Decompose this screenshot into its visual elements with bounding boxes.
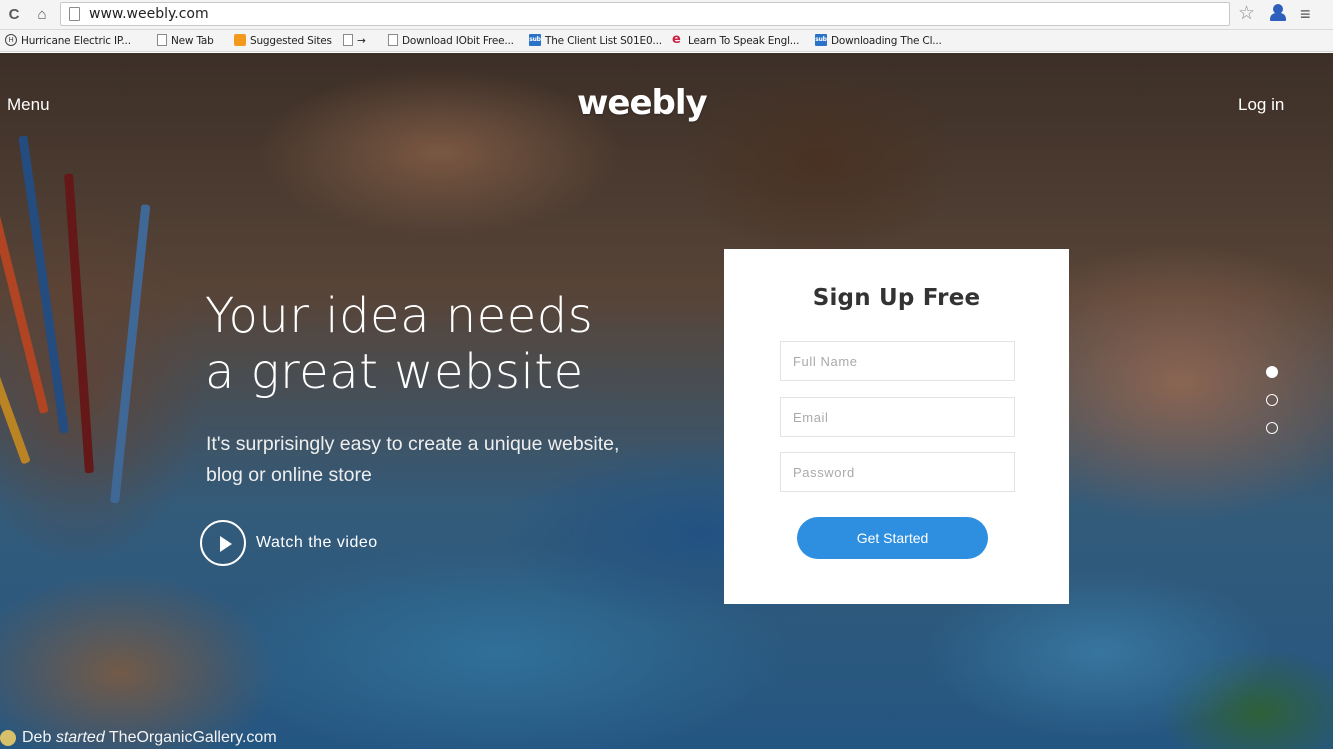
bookmark-item[interactable]: New Tab [157,33,214,49]
bookmark-label: Hurricane Electric IP... [21,35,131,47]
bookmark-item[interactable]: Suggested Sites [234,33,332,49]
weebly-logo[interactable]: weebly [577,83,708,123]
bookmark-star-icon[interactable]: ☆ [1238,2,1255,25]
bookmark-label: Learn To Speak Engl... [688,35,800,47]
carousel-dot[interactable] [1266,366,1278,378]
bookmark-label: Download IObit Free... [402,35,514,47]
headline-line: Your idea needs [205,288,594,344]
extension-icon[interactable] [1268,4,1288,24]
bookmark-label: The Client List S01E0... [545,35,662,47]
sub-icon: sub [815,34,827,46]
watch-video-label[interactable]: Watch the video [256,534,378,552]
bookmark-item[interactable]: → [343,33,366,49]
browser-menu-icon[interactable]: ≡ [1300,4,1311,25]
bookmark-item[interactable]: Download IObit Free... [388,33,514,49]
url-text[interactable]: www.weebly.com [89,6,209,22]
address-bar[interactable]: www.weebly.com [60,2,1230,26]
bookmarks-bar: H Hurricane Electric IP... New Tab Sugges… [0,30,1333,52]
bookmark-label: Downloading The Cl... [831,35,942,47]
suggested-sites-icon [234,34,246,46]
bookmark-label: Suggested Sites [250,35,332,47]
e-icon: e [672,32,681,47]
carousel-dot[interactable] [1266,422,1278,434]
hero-subline: It's surprisingly easy to create a uniqu… [206,433,620,486]
sub-icon: sub [529,34,541,46]
carousel-dots [1266,366,1278,450]
hero-headline: Your idea needs a great website [205,288,593,400]
activity-ticker: Deb started TheOrganicGallery.com [0,729,277,747]
get-started-button[interactable]: Get Started [797,517,988,559]
activity-name: Deb [22,729,52,746]
bookmark-item[interactable]: H Hurricane Electric IP... [5,33,131,49]
page-icon [69,7,80,21]
signup-title: Sign Up Free [812,285,981,311]
watch-video-button[interactable]: Watch the video [200,519,378,567]
bookmark-item[interactable]: e Learn To Speak Engl... [672,33,799,49]
page-icon [388,34,398,46]
reload-icon[interactable]: C [4,5,24,25]
activity-verb: started [55,729,105,746]
play-icon[interactable] [200,520,246,566]
login-link[interactable]: Log in [1238,95,1284,115]
signup-card: Sign Up Free Get Started [724,249,1069,604]
avatar [0,729,16,746]
bookmark-item[interactable]: sub The Client List S01E0... [529,33,662,49]
password-input[interactable] [780,452,1015,492]
hero-overlay [0,53,1333,749]
bookmark-label: New Tab [171,35,214,47]
hurricane-electric-icon: H [5,34,17,46]
bookmark-label: → [357,35,366,47]
carousel-dot[interactable] [1266,394,1278,406]
activity-site[interactable]: TheOrganicGallery.com [109,729,277,746]
email-input[interactable] [780,397,1015,437]
bookmark-item[interactable]: sub Downloading The Cl... [815,33,942,49]
hero-section: Menu weebly Log in Your idea needs a gre… [0,53,1333,749]
page-icon [157,34,167,46]
headline-line: a great website [205,344,584,400]
browser-toolbar: C ⌂ www.weebly.com ☆ ≡ [0,0,1333,30]
menu-link[interactable]: Menu [7,95,50,115]
home-icon[interactable]: ⌂ [32,5,52,25]
full-name-input[interactable] [780,341,1015,381]
page-icon [343,34,353,46]
